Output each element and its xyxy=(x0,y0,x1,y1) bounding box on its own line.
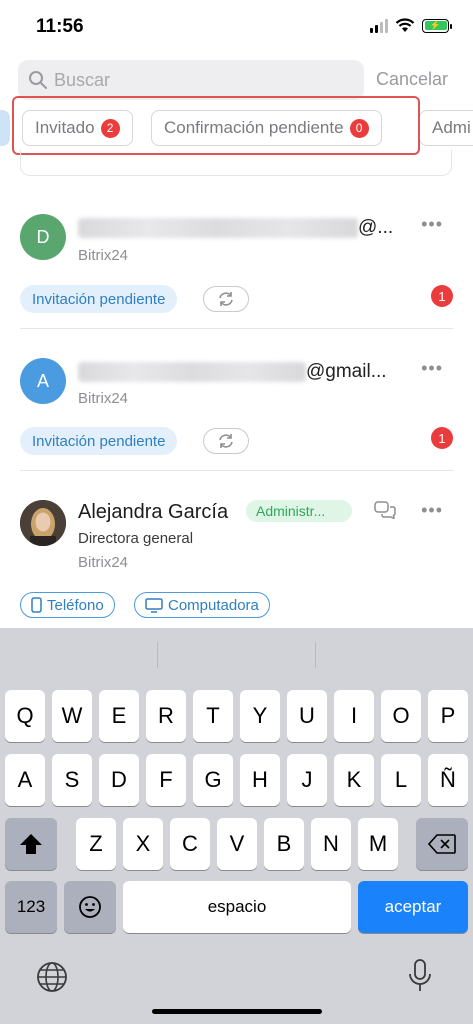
key-d[interactable]: D xyxy=(99,754,139,806)
key-p[interactable]: P xyxy=(428,690,468,742)
key-l[interactable]: L xyxy=(381,754,421,806)
wifi-icon xyxy=(395,18,415,32)
resend-invite-button[interactable] xyxy=(203,428,249,454)
home-indicator xyxy=(152,1009,322,1014)
role-badge: Administr... xyxy=(246,500,352,522)
redacted-email xyxy=(78,362,306,382)
header-bottom-edge xyxy=(20,150,452,176)
key-e[interactable]: E xyxy=(99,690,139,742)
refresh-icon xyxy=(219,292,233,306)
key-z[interactable]: Z xyxy=(76,818,116,870)
status-time: 11:56 xyxy=(36,16,84,37)
user-company: Bitrix24 xyxy=(78,247,129,264)
device-computer-badge: Computadora xyxy=(134,592,270,618)
key-g[interactable]: G xyxy=(193,754,233,806)
suggestion-bar xyxy=(0,628,473,672)
battery-charging-icon: ⚡ xyxy=(422,18,452,33)
search-icon xyxy=(29,71,47,89)
space-key[interactable]: espacio xyxy=(123,881,351,933)
avatar xyxy=(20,500,66,546)
globe-icon[interactable] xyxy=(36,961,68,993)
key-q[interactable]: Q xyxy=(5,690,45,742)
status-badge: Invitación pendiente xyxy=(20,427,178,455)
key-n[interactable]: N xyxy=(311,818,351,870)
avatar: A xyxy=(20,358,66,404)
filter-tab-admin[interactable]: Admi xyxy=(419,110,473,146)
highlight-annotation xyxy=(12,96,420,155)
avatar: D xyxy=(20,214,66,260)
more-options-icon[interactable]: ••• xyxy=(421,358,443,379)
backspace-icon xyxy=(428,834,456,854)
emoji-icon xyxy=(79,896,101,918)
divider xyxy=(20,328,453,329)
key-c[interactable]: C xyxy=(170,818,210,870)
numbers-key[interactable]: 123 xyxy=(5,881,57,933)
keyboard: QWERTYUIOP ASDFGHJKLÑ ZXCVBNM 123 espaci… xyxy=(0,628,473,1024)
key-x[interactable]: X xyxy=(123,818,163,870)
backspace-key[interactable] xyxy=(416,818,468,870)
status-bar: 11:56 ⚡ xyxy=(0,0,473,50)
device-phone-badge: Teléfono xyxy=(20,592,115,618)
resend-invite-button[interactable] xyxy=(203,286,249,312)
key-t[interactable]: T xyxy=(193,690,233,742)
avatar-letter: D xyxy=(36,226,50,247)
microphone-icon[interactable] xyxy=(408,959,432,993)
key-j[interactable]: J xyxy=(287,754,327,806)
shift-key[interactable] xyxy=(5,818,57,870)
refresh-icon xyxy=(219,434,233,448)
key-k[interactable]: K xyxy=(334,754,374,806)
key-s[interactable]: S xyxy=(52,754,92,806)
key-v[interactable]: V xyxy=(217,818,257,870)
filter-tab-partial[interactable] xyxy=(0,110,10,146)
search-placeholder: Buscar xyxy=(54,69,111,90)
shift-icon xyxy=(20,834,42,854)
key-w[interactable]: W xyxy=(52,690,92,742)
user-position: Directora general xyxy=(78,530,194,547)
key-y[interactable]: Y xyxy=(240,690,280,742)
divider xyxy=(20,470,453,471)
search-input[interactable]: Buscar xyxy=(18,60,364,100)
key-b[interactable]: B xyxy=(264,818,304,870)
avatar-letter: A xyxy=(36,370,49,391)
notification-count: 1 xyxy=(431,427,453,449)
key-h[interactable]: H xyxy=(240,754,280,806)
key-i[interactable]: I xyxy=(334,690,374,742)
redacted-email xyxy=(78,218,358,238)
status-badge: Invitación pendiente xyxy=(20,285,178,313)
phone-icon xyxy=(31,597,42,613)
return-key[interactable]: aceptar xyxy=(358,881,468,933)
more-options-icon[interactable]: ••• xyxy=(421,500,443,521)
device-label: Computadora xyxy=(168,596,259,614)
filter-tab-label: Admi xyxy=(432,118,471,137)
chat-icon[interactable] xyxy=(374,501,396,519)
emoji-key[interactable] xyxy=(64,881,116,933)
key-u[interactable]: U xyxy=(287,690,327,742)
computer-icon xyxy=(145,597,163,613)
more-options-icon[interactable]: ••• xyxy=(421,214,443,235)
key-r[interactable]: R xyxy=(146,690,186,742)
cellular-signal-icon xyxy=(370,18,388,33)
cancel-button[interactable]: Cancelar xyxy=(376,69,448,90)
key-ñ[interactable]: Ñ xyxy=(428,754,468,806)
key-f[interactable]: F xyxy=(146,754,186,806)
notification-count: 1 xyxy=(431,285,453,307)
user-email: @... xyxy=(358,217,394,238)
key-m[interactable]: M xyxy=(358,818,398,870)
user-name: Alejandra García xyxy=(78,501,229,523)
user-company: Bitrix24 xyxy=(78,554,129,571)
user-photo xyxy=(20,500,66,546)
key-o[interactable]: O xyxy=(381,690,421,742)
device-label: Teléfono xyxy=(47,596,104,614)
user-company: Bitrix24 xyxy=(78,390,129,407)
user-email: @gmail... xyxy=(306,361,387,382)
key-a[interactable]: A xyxy=(5,754,45,806)
